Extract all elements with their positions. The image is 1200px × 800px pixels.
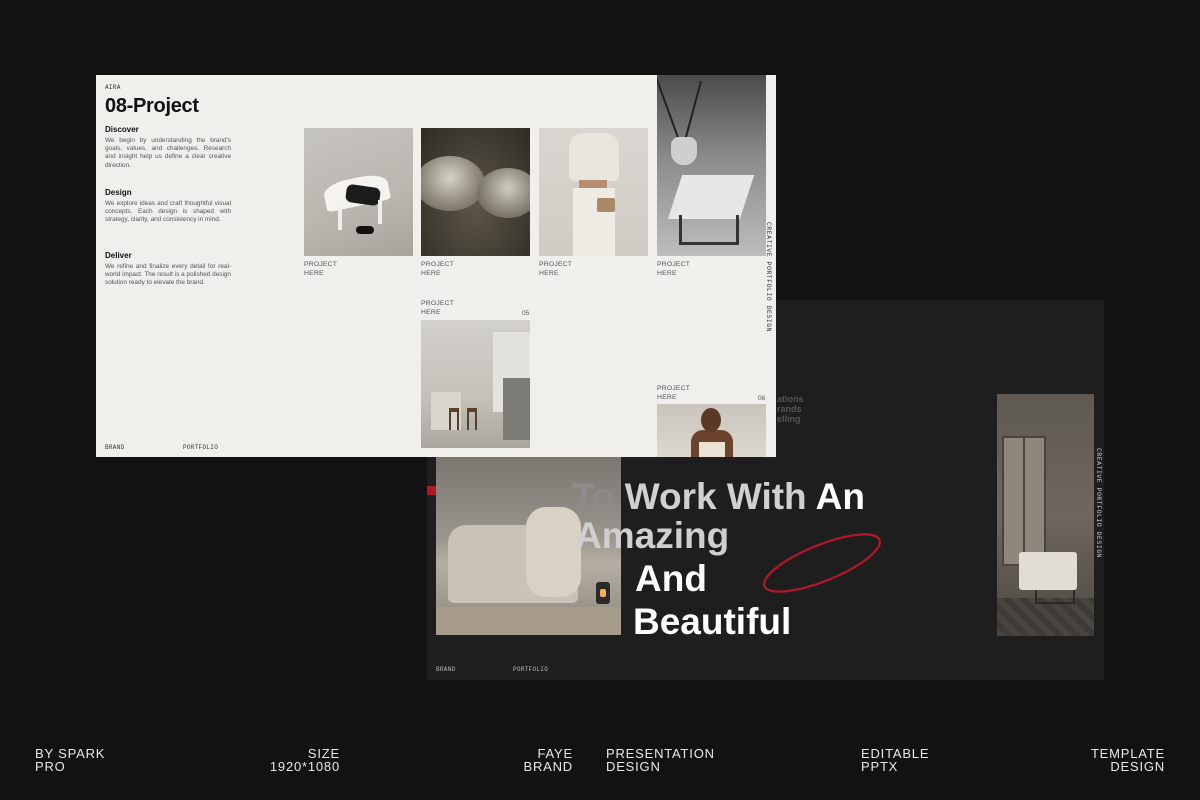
project-photo-kitchen xyxy=(421,320,530,448)
project-photo-portrait xyxy=(657,404,766,457)
heading-word: An xyxy=(815,476,865,517)
footer-brand: BRAND xyxy=(436,666,456,673)
vertical-label: CREATIVE PORTFOLIO DESIGN xyxy=(765,222,772,333)
section-body: We refine and finalize every detail for … xyxy=(105,263,231,287)
heading-line-2: Amazing xyxy=(575,515,730,556)
project-caption: PROJECT HERE xyxy=(304,261,338,277)
vertical-label: CREATIVE PORTFOLIO DESIGN xyxy=(1095,448,1102,559)
light-slide: AIRA 08-Project Discover We begin by und… xyxy=(96,75,776,457)
project-caption: PROJECT HERE xyxy=(421,261,455,277)
faint-text-line: elling xyxy=(777,414,801,424)
meta-name: FAYE BRAND xyxy=(523,746,573,774)
project-caption: PROJECT HERE xyxy=(657,261,691,277)
heading-line-4: Beautiful xyxy=(633,601,792,642)
meta-format: EDITABLE PPTX xyxy=(861,746,930,774)
heading-word: To xyxy=(572,476,615,517)
section-heading: Design xyxy=(105,188,132,197)
project-photo-bowls xyxy=(421,128,530,256)
faint-text-line: ations xyxy=(777,394,804,404)
project-photo-fashion xyxy=(539,128,648,256)
red-ellipse-outline xyxy=(763,533,881,593)
meta-size: SIZE 1920*1080 xyxy=(269,746,340,774)
heading-word: Work With xyxy=(624,476,807,517)
project-number: 05 xyxy=(522,310,530,317)
section-heading: Deliver xyxy=(105,251,132,260)
section-body: We explore ideas and craft thoughtful vi… xyxy=(105,200,231,224)
project-number: 06 xyxy=(758,395,766,402)
heading-line-3: And xyxy=(635,558,707,599)
section-heading: Discover xyxy=(105,125,139,134)
brand-mark: AIRA xyxy=(105,84,121,91)
footer-portfolio: PORTFOLIO xyxy=(513,666,549,673)
project-photo-stool xyxy=(304,128,413,256)
project-photo-chair xyxy=(657,75,766,256)
faint-text-line: rands xyxy=(777,404,802,414)
meta-category: TEMPLATE DESIGN xyxy=(1090,746,1165,774)
footer-portfolio: PORTFOLIO xyxy=(183,444,219,451)
heading-line-1: To Work With An xyxy=(572,478,865,515)
project-caption: PROJECT HERE xyxy=(421,300,455,316)
meta-type: PRESENTATION DESIGN xyxy=(606,746,715,774)
project-caption: PROJECT HERE xyxy=(657,385,691,401)
section-body: We begin by understanding the brand's go… xyxy=(105,137,231,169)
slide-title: 08-Project xyxy=(105,95,199,117)
footer-brand: BRAND xyxy=(105,444,125,451)
interior-chair-photo xyxy=(997,394,1094,636)
project-caption: PROJECT HERE xyxy=(539,261,573,277)
meta-author: BY SPARK PRO xyxy=(35,746,106,774)
